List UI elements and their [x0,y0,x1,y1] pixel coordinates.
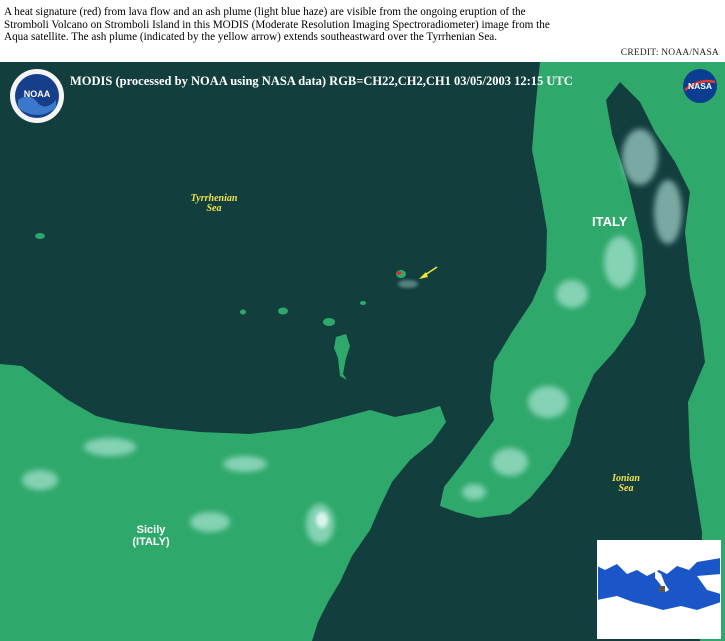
sicily-label-line1: Sicily [136,524,166,536]
island-west [35,233,45,239]
sicily-label: Sicily (ITALY) [118,524,184,548]
ionian-label-line2: Sea [618,483,634,494]
tyrrhenian-label-line2: Sea [206,203,222,214]
island-alicudi [240,309,246,315]
nasa-logo: NASA [682,68,718,104]
noaa-logo-text: NOAA [24,89,51,99]
tyrrhenian-sea-label: Tyrrhenian Sea [182,194,246,214]
locator-inset-map [597,540,721,639]
nasa-logo-text: NASA [688,81,712,91]
island-panarea [360,301,366,305]
italy-label: ITALY [592,214,628,229]
sicily-label-line2: (ITALY) [132,536,170,548]
noaa-logo: NOAA [9,68,65,124]
island-salina [323,318,335,326]
satellite-image: NOAA MODIS (processed by NOAA using NASA… [0,62,725,641]
island-filicudi [278,307,288,315]
etna-snowcap [316,512,328,528]
ash-plume [398,280,418,288]
lava-heat-signature [396,271,402,275]
credit-text: CREDIT: NOAA/NASA [620,48,719,58]
inset-location-marker [659,586,665,592]
caption-text: A heat signature (red) from lava flow an… [4,6,550,44]
ionian-sea-label: Ionian Sea [604,474,648,494]
image-header: MODIS (processed by NOAA using NASA data… [70,74,573,88]
